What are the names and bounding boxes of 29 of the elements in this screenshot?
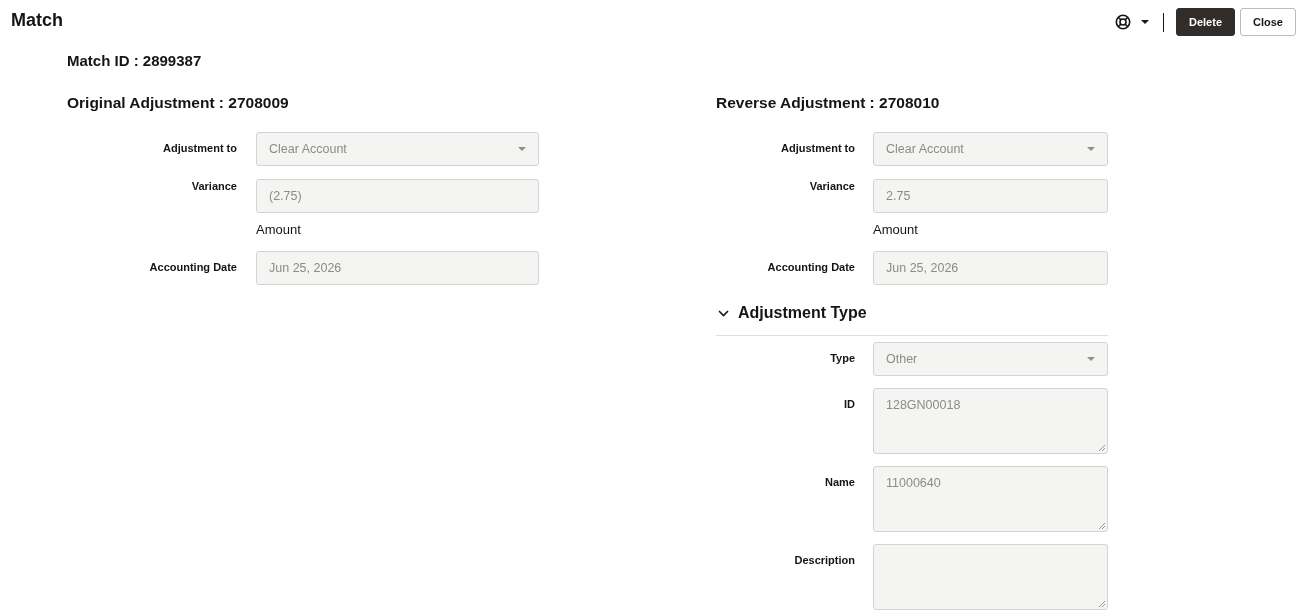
field-label: Adjustment to (781, 141, 855, 155)
match-id: Match ID : 2899387 (67, 52, 202, 70)
chevron-icon (718, 309, 729, 317)
panel-title: Reverse Adjustment : 2708010 (716, 93, 940, 113)
page-title: Match (11, 9, 63, 31)
section-header[interactable]: Adjustment Type (716, 297, 867, 329)
field-label: Adjustment to (163, 141, 237, 155)
resize-grip-icon (1099, 601, 1105, 607)
field-caption: Amount (873, 221, 918, 238)
caret-icon (1087, 147, 1095, 151)
close-button[interactable]: Close (1240, 8, 1296, 36)
field-label: Type (830, 351, 855, 365)
field-label: Variance (191, 179, 237, 193)
field-label: Variance (809, 179, 855, 193)
field-label: ID (844, 397, 855, 411)
resize-grip-icon (1099, 445, 1105, 451)
caret-icon (518, 147, 526, 151)
field-label: Accounting Date (149, 260, 237, 274)
lifebuoy-icon (1115, 14, 1131, 30)
field-label: Accounting Date (767, 260, 855, 274)
resize-grip-icon (1099, 523, 1105, 529)
field-caption: Amount (256, 221, 301, 238)
field-label: Name (825, 475, 855, 489)
caret-icon (1141, 20, 1149, 24)
caret-icon (1087, 357, 1095, 361)
panel-title: Original Adjustment : 2708009 (67, 93, 289, 113)
delete-button[interactable]: Delete (1176, 8, 1236, 36)
help-menu-button[interactable] (1115, 14, 1149, 30)
field-label: Description (794, 553, 855, 567)
